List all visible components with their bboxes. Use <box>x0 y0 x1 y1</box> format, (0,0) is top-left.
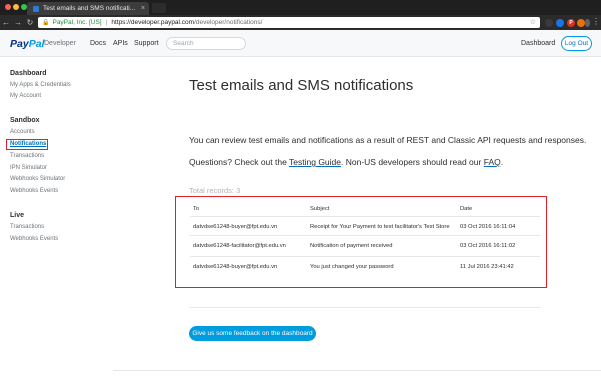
sidebar: Dashboard My Apps & Credentials My Accou… <box>0 58 110 376</box>
cell-subject[interactable]: Notification of payment received <box>310 243 393 249</box>
url-path: /developer/notifications/ <box>194 19 263 26</box>
cell-date: 03 Oct 2016 16:11:04 <box>460 224 516 230</box>
questions-pre: Questions? Check out the <box>189 157 290 167</box>
sidebar-item-ipn-simulator[interactable]: IPN Simulator <box>10 165 47 171</box>
nav-apis[interactable]: APIs <box>113 40 128 47</box>
page-title: Test emails and SMS notifications <box>189 77 414 94</box>
questions-text: Questions? Check out the Testing Guide. … <box>189 157 503 167</box>
cell-to: datvdse61248-buyer@fpt.edu.vn <box>193 224 278 230</box>
minimize-window-button[interactable] <box>13 4 19 10</box>
paypal-favicon-icon <box>33 5 39 12</box>
footer-divider <box>113 370 601 371</box>
column-header-to: To <box>193 206 200 212</box>
table-divider <box>190 235 540 236</box>
tab-title: Test emails and SMS notificati... <box>43 5 136 12</box>
bookmark-star-icon[interactable]: ☆ <box>530 18 536 26</box>
faq-link[interactable]: FAQ <box>484 157 501 167</box>
close-window-button[interactable] <box>5 4 11 10</box>
column-header-date: Date <box>460 206 473 212</box>
sidebar-item-my-account[interactable]: My Account <box>10 93 41 99</box>
back-icon[interactable]: ← <box>0 18 12 27</box>
feedback-button[interactable]: Give us some feedback on the dashboard <box>189 326 316 341</box>
extension-icon[interactable] <box>585 19 590 27</box>
sidebar-item-accounts[interactable]: Accounts <box>10 129 35 135</box>
address-bar[interactable]: 🔒 PayPal, Inc. [US] | https://developer.… <box>38 17 540 28</box>
cell-date: 03 Oct 2016 16:11:02 <box>460 243 516 249</box>
nav-support[interactable]: Support <box>134 40 159 47</box>
forward-icon[interactable]: → <box>12 18 24 27</box>
notifications-highlight-box <box>175 196 547 288</box>
url-divider: | <box>105 19 108 26</box>
browser-tab[interactable]: Test emails and SMS notificati... × <box>27 2 149 15</box>
table-divider <box>190 256 540 257</box>
new-tab-button[interactable] <box>152 3 166 13</box>
reload-icon[interactable]: ↻ <box>24 18 36 27</box>
column-header-subject: Subject <box>310 206 330 212</box>
lock-icon: 🔒 <box>42 20 50 26</box>
sidebar-item-live-transactions[interactable]: Transactions <box>10 224 44 230</box>
sidebar-item-live-webhooks-events[interactable]: Webhooks Events <box>10 236 58 242</box>
questions-end: . <box>500 157 504 167</box>
cell-subject[interactable]: You just changed your password <box>310 264 394 270</box>
browser-toolbar: ← → ↻ 🔒 PayPal, Inc. [US] | https://deve… <box>0 15 601 30</box>
extension-icon[interactable] <box>556 19 564 27</box>
cell-to: datvdse61248-facilitator@fpt.edu.vn <box>193 243 286 249</box>
logo-subtitle: Developer <box>44 40 76 47</box>
browser-menu-icon[interactable]: ⋮ <box>592 17 600 26</box>
cell-date: 11 Jul 2016 23:41:42 <box>460 264 514 270</box>
extension-icon[interactable] <box>577 19 585 27</box>
intro-text: You can review test emails and notificat… <box>189 135 587 145</box>
nav-docs[interactable]: Docs <box>90 40 106 47</box>
questions-mid: . Non-US developers should read our <box>341 157 484 167</box>
sidebar-heading-live: Live <box>10 212 25 219</box>
table-divider <box>190 216 540 217</box>
notifications-highlight-box <box>6 139 48 150</box>
section-divider <box>190 307 540 308</box>
logo-pay: Pay <box>10 38 29 50</box>
total-records: Total records: 3 <box>189 186 241 195</box>
site-header: PayPal Developer Docs APIs Support Searc… <box>0 30 601 57</box>
sidebar-item-webhooks-events[interactable]: Webhooks Events <box>10 188 58 194</box>
sidebar-item-webhooks-simulator[interactable]: Webhooks Simulator <box>10 176 65 182</box>
search-input[interactable]: Search <box>166 37 246 50</box>
paypal-logo[interactable]: PayPal <box>10 38 44 50</box>
browser-tab-bar: Test emails and SMS notificati... × <box>0 0 601 15</box>
extension-icon[interactable] <box>545 19 553 27</box>
site-identity[interactable]: PayPal, Inc. [US] <box>52 19 101 26</box>
sidebar-item-transactions[interactable]: Transactions <box>10 153 44 159</box>
logo-pal: Pal <box>28 38 45 50</box>
extension-icon[interactable]: P <box>567 19 575 27</box>
header-dashboard-link[interactable]: Dashboard <box>521 40 555 47</box>
sidebar-heading-dashboard: Dashboard <box>10 70 47 77</box>
testing-guide-link[interactable]: Testing Guide <box>289 157 341 167</box>
sidebar-heading-sandbox: Sandbox <box>10 117 40 124</box>
tab-close-icon[interactable]: × <box>137 5 149 12</box>
logout-button[interactable]: Log Out <box>561 36 592 51</box>
sidebar-item-my-apps[interactable]: My Apps & Credentials <box>10 82 71 88</box>
cell-to: datvdse61248-buyer@fpt.edu.vn <box>193 264 278 270</box>
url-host: https://developer.paypal.com <box>111 19 195 26</box>
cell-subject[interactable]: Receipt for Your Payment to test facilit… <box>310 224 450 230</box>
